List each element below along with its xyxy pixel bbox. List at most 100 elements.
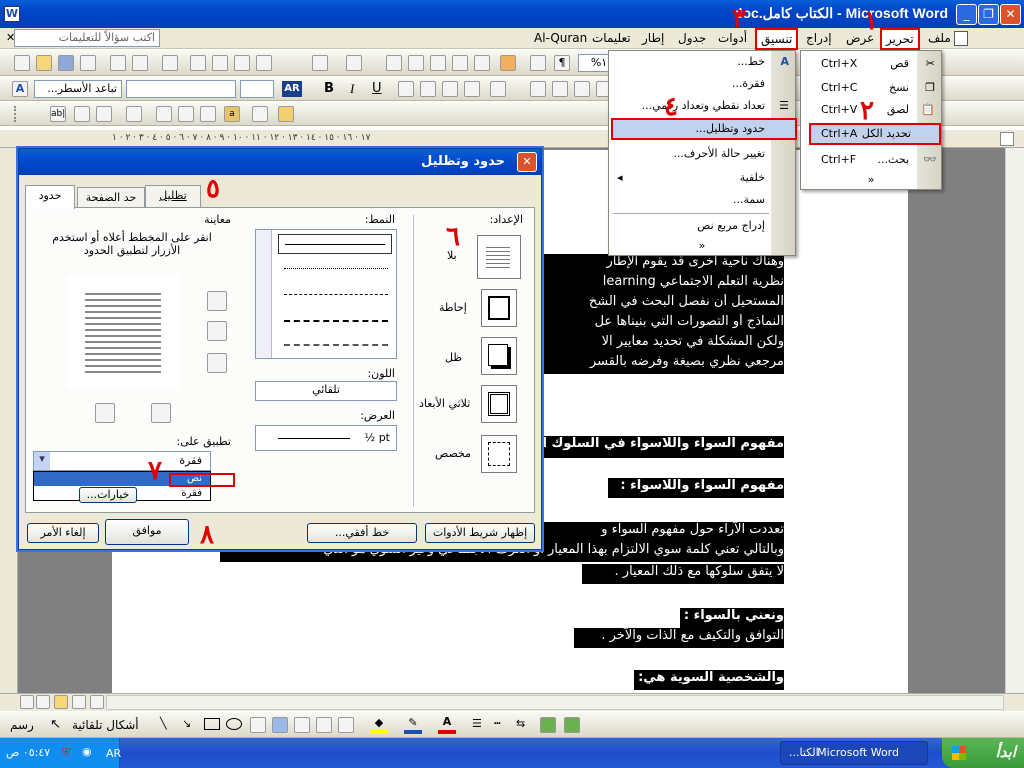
tab-page-border[interactable]: حد الصفحة bbox=[77, 187, 145, 209]
insert-table-form-icon[interactable] bbox=[178, 106, 194, 122]
align-center-icon[interactable] bbox=[420, 81, 436, 97]
new-icon[interactable] bbox=[14, 55, 30, 71]
show-toolbar-button[interactable]: إظهار شريط الأدوات bbox=[425, 523, 535, 543]
drawing-icon[interactable] bbox=[500, 55, 516, 71]
width-select[interactable]: ½ pt bbox=[255, 425, 397, 451]
help-search-input[interactable]: اكتب سؤالاً للتعليمات bbox=[14, 29, 160, 47]
horizontal-line-button[interactable]: خط أفقي... bbox=[307, 523, 417, 543]
textbox-icon[interactable] bbox=[250, 717, 266, 733]
font-size-select[interactable] bbox=[240, 80, 274, 98]
minimize-button[interactable]: _ bbox=[956, 4, 977, 25]
preview-diagram[interactable] bbox=[67, 275, 179, 389]
style-scrollbar[interactable] bbox=[256, 230, 272, 358]
style-option-dash-large[interactable] bbox=[284, 320, 388, 322]
line-color-icon[interactable]: ✎ bbox=[404, 716, 422, 734]
styles-icon[interactable]: A bbox=[12, 81, 28, 97]
menu-help[interactable]: تعليمات bbox=[592, 31, 631, 45]
menu-al-quran[interactable]: Al-Quran bbox=[534, 31, 587, 45]
format-menu-theme[interactable]: سمة... bbox=[609, 189, 795, 211]
numbering-icon[interactable] bbox=[530, 81, 546, 97]
format-menu-paragraph[interactable]: فقرة... bbox=[609, 73, 795, 95]
show-hide-icon[interactable]: ¶ bbox=[554, 55, 570, 71]
language-button[interactable]: AR bbox=[282, 81, 302, 97]
arrow-style-icon[interactable]: ⇆ bbox=[516, 717, 525, 730]
redo-icon[interactable] bbox=[346, 55, 362, 71]
field-options-icon[interactable] bbox=[126, 106, 142, 122]
setting-shadow-button[interactable] bbox=[481, 337, 517, 375]
arrow-icon[interactable]: ↘ bbox=[182, 717, 191, 730]
cancel-button[interactable]: إلغاء الأمر bbox=[27, 523, 99, 543]
underline-button[interactable]: U bbox=[372, 81, 382, 96]
input-language[interactable]: AR bbox=[106, 747, 121, 760]
setting-box-button[interactable] bbox=[481, 289, 517, 327]
dropdown-field-icon[interactable] bbox=[96, 106, 112, 122]
draw-menu[interactable]: رسم bbox=[10, 718, 34, 732]
oval-icon[interactable] bbox=[226, 718, 242, 730]
border-left-button[interactable] bbox=[95, 403, 115, 423]
wordart-icon[interactable] bbox=[272, 717, 288, 733]
justify-icon[interactable] bbox=[464, 81, 480, 97]
spelling-icon[interactable] bbox=[162, 55, 178, 71]
dialog-close-button[interactable]: ✕ bbox=[517, 152, 537, 172]
dash-style-icon[interactable]: ┅ bbox=[494, 717, 501, 730]
line-spacing-icon[interactable] bbox=[490, 81, 506, 97]
print-icon[interactable] bbox=[110, 55, 126, 71]
columns-icon[interactable] bbox=[474, 55, 490, 71]
tables-borders-icon[interactable] bbox=[408, 55, 424, 71]
style-listbox[interactable] bbox=[255, 229, 397, 359]
form-shading-icon[interactable]: a bbox=[224, 106, 240, 122]
network-icon[interactable]: ◉ bbox=[82, 745, 92, 758]
reading-view-icon[interactable] bbox=[90, 695, 104, 709]
autoshapes-menu[interactable]: أشكال تلقائية bbox=[72, 718, 139, 732]
protect-form-icon[interactable] bbox=[278, 106, 294, 122]
setting-custom-button[interactable] bbox=[481, 435, 517, 473]
horizontal-scrollbar[interactable] bbox=[106, 695, 1004, 710]
document-map-icon[interactable] bbox=[530, 55, 546, 71]
checkbox-icon[interactable] bbox=[74, 106, 90, 122]
format-menu-change-case[interactable]: تغيير حالة الأحرف... bbox=[609, 143, 795, 165]
border-top-button[interactable] bbox=[207, 291, 227, 311]
format-menu-background[interactable]: خلفية ◂ bbox=[609, 167, 795, 189]
menu-insert[interactable]: إدراج bbox=[806, 31, 832, 45]
normal-view-icon[interactable] bbox=[20, 695, 34, 709]
style-option-solid[interactable] bbox=[278, 234, 392, 254]
vertical-scrollbar[interactable] bbox=[1005, 148, 1024, 693]
menu-format[interactable]: تنسيق bbox=[755, 28, 799, 50]
permission-icon[interactable] bbox=[80, 55, 96, 71]
web-layout-icon[interactable] bbox=[36, 695, 50, 709]
format-menu-bullets[interactable]: تعداد نقطي وتعداد رقمي... ☰ bbox=[609, 95, 795, 117]
format-menu-expand[interactable]: » bbox=[609, 235, 795, 257]
font-select[interactable] bbox=[126, 80, 236, 98]
save-icon[interactable] bbox=[58, 55, 74, 71]
align-left-icon[interactable] bbox=[442, 81, 458, 97]
tab-selector-icon[interactable] bbox=[1000, 132, 1014, 146]
copy-icon[interactable] bbox=[212, 55, 228, 71]
border-right-button[interactable] bbox=[151, 403, 171, 423]
rectangle-icon[interactable] bbox=[204, 718, 220, 730]
italic-button[interactable]: I bbox=[350, 81, 354, 97]
cut-icon[interactable] bbox=[190, 55, 206, 71]
style-option-dash-dot[interactable] bbox=[284, 344, 388, 346]
style-option-dash-small[interactable] bbox=[284, 294, 388, 295]
outline-view-icon[interactable] bbox=[72, 695, 86, 709]
tab-borders[interactable]: حدود bbox=[25, 185, 75, 209]
edit-menu-find[interactable]: بحث... Ctrl+F 👓 bbox=[801, 149, 941, 171]
font-color-icon[interactable]: A bbox=[438, 715, 456, 734]
border-bottom-button[interactable] bbox=[207, 353, 227, 373]
diagram-icon[interactable] bbox=[294, 717, 310, 733]
draw-table-icon[interactable] bbox=[156, 106, 172, 122]
edit-menu-cut[interactable]: قص Ctrl+X ✂ bbox=[801, 53, 941, 75]
shadow-icon[interactable] bbox=[540, 717, 556, 733]
apply-to-select[interactable]: فقرة ▾ bbox=[33, 451, 211, 471]
color-select[interactable]: تلقائي bbox=[255, 381, 397, 401]
hyperlink-icon[interactable] bbox=[386, 55, 402, 71]
format-menu-borders-shading[interactable]: حدود وتظليل... bbox=[611, 118, 797, 140]
paste-icon[interactable] bbox=[234, 55, 250, 71]
clipart-icon[interactable] bbox=[316, 717, 332, 733]
vertical-ruler[interactable] bbox=[0, 148, 18, 693]
print-preview-icon[interactable] bbox=[132, 55, 148, 71]
options-button[interactable]: خيارات... bbox=[79, 487, 137, 503]
line-style-icon[interactable]: ☰ bbox=[472, 717, 482, 730]
insert-excel-icon[interactable] bbox=[452, 55, 468, 71]
select-objects-icon[interactable]: ↖ bbox=[50, 717, 61, 732]
